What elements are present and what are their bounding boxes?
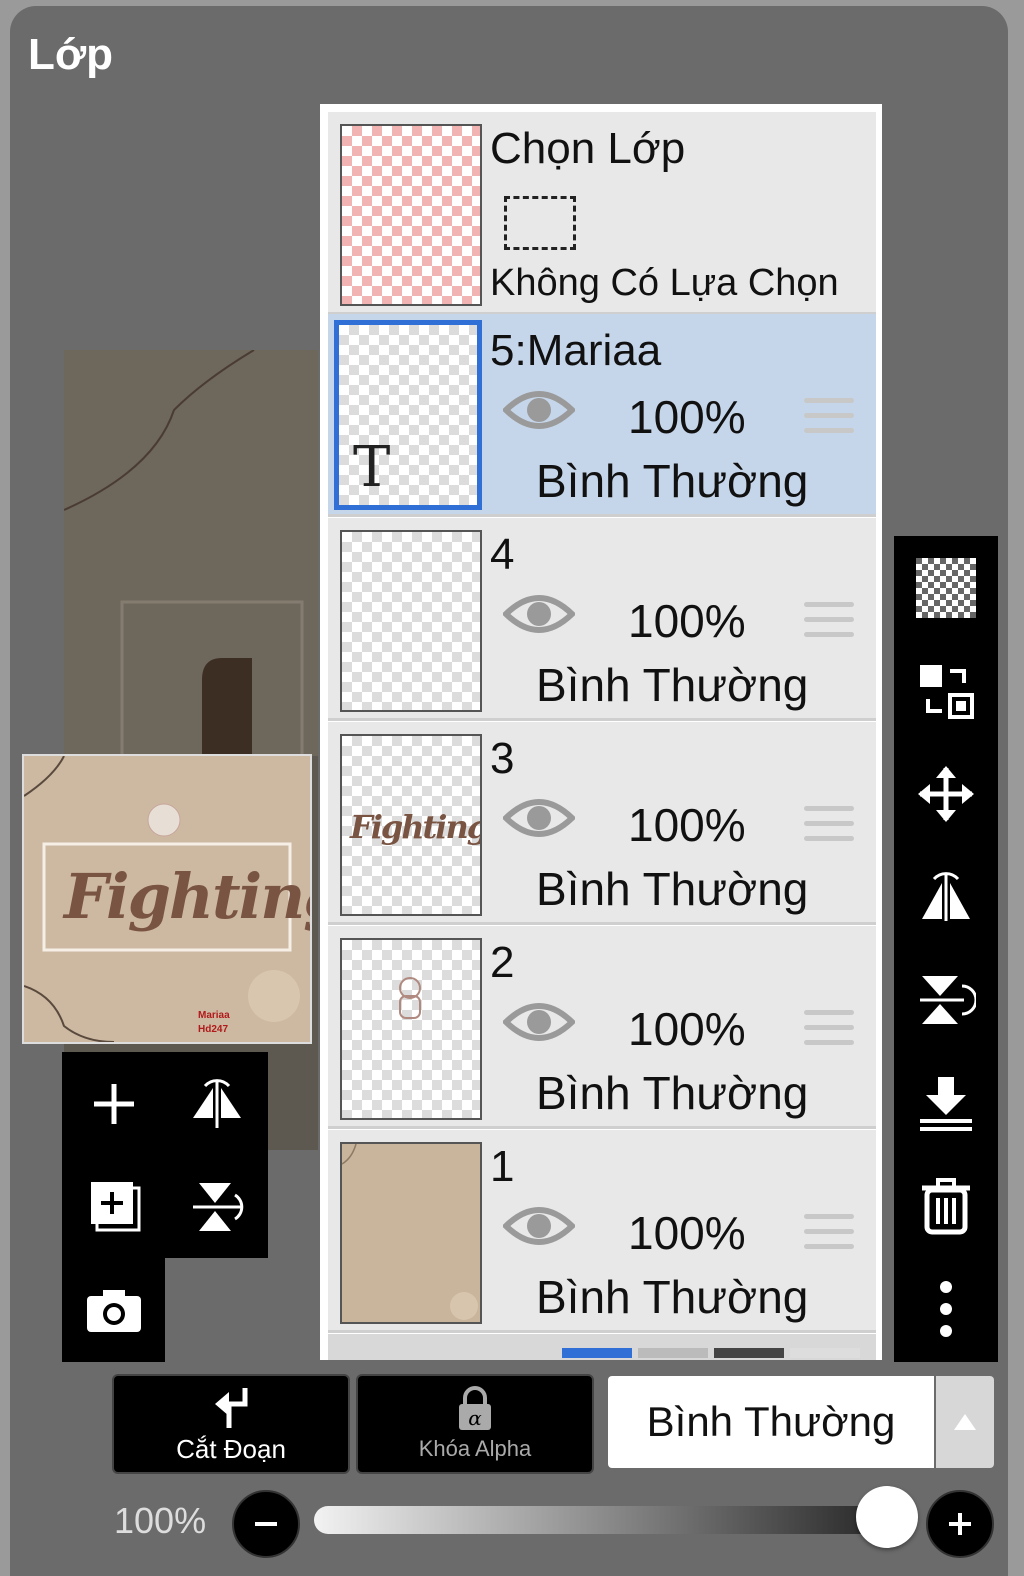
drag-handle-icon[interactable] <box>804 602 854 647</box>
layer-item-2[interactable]: 2 100% Bình Thường <box>328 926 876 1129</box>
alpha-lock-button[interactable]: α Khóa Alpha <box>356 1374 594 1474</box>
lock-icon: α <box>459 1386 491 1430</box>
drag-handle-icon[interactable] <box>804 398 854 443</box>
layer-opacity: 100% <box>628 595 746 647</box>
flip-horizontal-icon[interactable] <box>894 845 998 948</box>
layer-name: 2 <box>490 938 515 987</box>
opacity-decrease-button[interactable] <box>232 1490 300 1558</box>
merge-down-icon[interactable] <box>894 1051 998 1154</box>
flip-vertical-icon[interactable] <box>894 948 998 1051</box>
opacity-label: 100% <box>114 1500 207 1541</box>
preview-signature: Mariaa <box>198 1010 230 1021</box>
drag-handle-icon[interactable] <box>804 1010 854 1055</box>
right-toolbar <box>894 536 998 1362</box>
flip-vertical-icon[interactable] <box>165 1155 268 1258</box>
duplicate-layer-icon[interactable] <box>62 1155 165 1258</box>
move-icon[interactable] <box>894 742 998 845</box>
transparency-icon[interactable] <box>894 536 998 639</box>
selection-marquee-icon <box>504 196 576 250</box>
drag-handle-icon[interactable] <box>804 806 854 851</box>
blend-mode-arrow-icon[interactable] <box>936 1376 994 1468</box>
flip-horizontal-icon[interactable] <box>165 1052 268 1155</box>
layer-thumbnail <box>340 938 482 1120</box>
opacity-increase-button[interactable] <box>926 1490 994 1558</box>
layer-name: 3 <box>490 734 515 783</box>
clip-arrow-icon <box>215 1387 248 1428</box>
layer-thumbnail <box>340 1142 482 1324</box>
preview-art-text: Fighting <box>64 860 310 933</box>
clipping-button[interactable]: Cắt Đoạn <box>112 1374 350 1474</box>
swap-icon[interactable] <box>894 639 998 742</box>
layer-blend-mode: Bình Thường <box>536 455 809 507</box>
layer-thumbnail-text: Fighting <box>350 808 482 846</box>
opacity-slider-thumb[interactable] <box>856 1486 918 1548</box>
layer-name: 4 <box>490 530 515 579</box>
visibility-eye-icon[interactable] <box>501 1202 577 1255</box>
layer-thumbnail: Fighting <box>340 734 482 916</box>
drag-handle-icon[interactable] <box>804 1214 854 1259</box>
layer-name: 1 <box>490 1142 515 1191</box>
trash-icon[interactable] <box>894 1154 998 1257</box>
layer-opacity: 100% <box>628 1207 746 1259</box>
layer-list-scroll-strip <box>328 1334 876 1360</box>
opacity-slider[interactable] <box>314 1506 898 1534</box>
layers-panel: Lớp Fighting Mariaa Hd247 <box>10 6 1008 1576</box>
layer-blend-mode: Bình Thường <box>536 863 809 915</box>
left-toolbar <box>62 1052 268 1258</box>
blend-mode-select[interactable]: Bình Thường <box>608 1376 934 1468</box>
selection-layer-thumbnail <box>340 124 482 306</box>
selection-layer[interactable]: Chọn Lớp Không Có Lựa Chọn <box>328 112 876 315</box>
layer-list: Chọn Lớp Không Có Lựa Chọn T 5:Mariaa 10… <box>320 104 882 1360</box>
canvas-preview[interactable]: Fighting Mariaa Hd247 <box>22 754 312 1044</box>
layer-item-1[interactable]: 1 100% Bình Thường <box>328 1130 876 1333</box>
layer-item-5[interactable]: T 5:Mariaa 100% Bình Thường <box>328 314 876 517</box>
layer-item-3[interactable]: Fighting 3 100% Bình Thường <box>328 722 876 925</box>
layer-opacity: 100% <box>628 1003 746 1055</box>
visibility-eye-icon[interactable] <box>501 386 577 439</box>
preview-signature-2: Hd247 <box>198 1024 229 1035</box>
layer-item-4[interactable]: 4 100% Bình Thường <box>328 518 876 721</box>
clipping-label: Cắt Đoạn <box>176 1433 286 1464</box>
layer-thumbnail <box>340 530 482 712</box>
left-toolbar-bottom <box>62 1258 165 1362</box>
layer-blend-mode: Bình Thường <box>536 1271 809 1323</box>
alpha-lock-label: Khóa Alpha <box>418 1436 532 1461</box>
visibility-eye-icon[interactable] <box>501 794 577 847</box>
selection-layer-title: Chọn Lớp <box>490 124 686 173</box>
layer-blend-mode: Bình Thường <box>536 659 809 711</box>
selection-status: Không Có Lựa Chọn <box>490 262 839 304</box>
add-layer-icon[interactable] <box>62 1052 165 1155</box>
more-icon[interactable] <box>894 1257 998 1360</box>
camera-icon[interactable] <box>62 1258 165 1361</box>
layer-opacity: 100% <box>628 799 746 851</box>
layer-blend-mode: Bình Thường <box>536 1067 809 1119</box>
panel-title: Lớp <box>28 30 114 79</box>
canvas-background-art <box>63 349 318 764</box>
visibility-eye-icon[interactable] <box>501 590 577 643</box>
layer-thumbnail: T <box>334 320 482 510</box>
layer-opacity: 100% <box>628 391 746 443</box>
svg-text:α: α <box>468 1406 482 1430</box>
layer-name: 5:Mariaa <box>490 326 662 375</box>
text-layer-glyph: T <box>353 435 391 500</box>
visibility-eye-icon[interactable] <box>501 998 577 1051</box>
